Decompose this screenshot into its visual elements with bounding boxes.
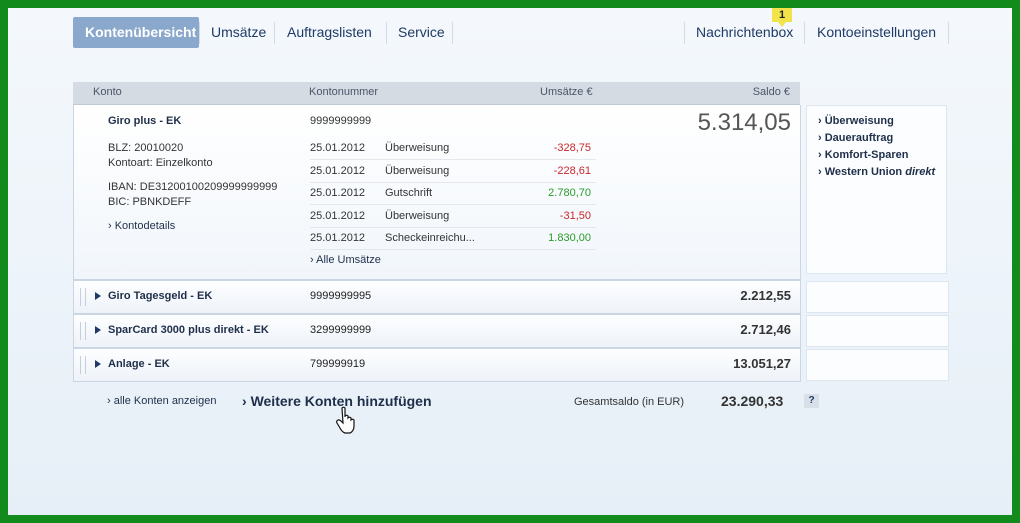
transaction-row[interactable]: 25.01.2012 Gutschrift 2.780,70 [310, 182, 596, 205]
expand-arrow-icon[interactable] [95, 292, 101, 300]
drag-handle[interactable] [80, 288, 86, 306]
account-name[interactable]: Giro plus - EK [108, 115, 181, 127]
transaction-row[interactable]: 25.01.2012 Überweisung -31,50 [310, 205, 596, 228]
ueberweisung-link[interactable]: › Überweisung [818, 115, 946, 127]
transaction-type: Scheckeinreichu... [385, 232, 475, 244]
tab-kontenuebersicht[interactable]: Kontenübersicht [73, 17, 199, 48]
hand-cursor-icon [336, 406, 355, 434]
alle-umsaetze-link[interactable]: › Alle Umsätze [310, 254, 381, 266]
account-blz: BLZ: 20010020 [108, 142, 184, 154]
tab-auftragslisten[interactable]: Auftragslisten [275, 17, 384, 48]
message-count-badge: 1 [772, 8, 792, 27]
account-row-anlage[interactable]: Anlage - EK 799999919 13.051,27 [73, 348, 801, 382]
transaction-amount: -31,50 [559, 210, 591, 222]
account-iban: IBAN: DE31200100209999999999 [108, 181, 278, 193]
nav-divider [948, 22, 949, 44]
account-name[interactable]: SparCard 3000 plus direkt - EK [108, 324, 269, 336]
account-name[interactable]: Anlage - EK [108, 358, 170, 370]
komfort-sparen-link[interactable]: › Komfort-Sparen [818, 149, 946, 161]
kontodetails-link[interactable]: › Kontodetails [108, 220, 175, 232]
total-label: Gesamtsaldo (in EUR) [574, 396, 685, 408]
drag-handle[interactable] [80, 322, 86, 340]
transaction-row[interactable]: 25.01.2012 Überweisung -228,61 [310, 160, 596, 183]
account-balance: 2.712,46 [740, 322, 791, 337]
alle-konten-link[interactable]: › alle Konten anzeigen [107, 395, 216, 407]
tab-kontoeinstellungen[interactable]: Kontoeinstellungen [805, 17, 948, 48]
transaction-date: 25.01.2012 [310, 210, 366, 222]
account-row-giro-tagesgeld[interactable]: Giro Tagesgeld - EK 9999999995 2.212,55 [73, 280, 801, 314]
account-balance: 13.051,27 [733, 356, 791, 371]
account-number: 799999919 [310, 358, 366, 370]
nav-divider [452, 22, 453, 44]
account-bic: BIC: PBNKDEFF [108, 196, 192, 208]
transaction-amount: -228,61 [553, 165, 591, 177]
tab-umsaetze[interactable]: Umsätze [199, 17, 278, 48]
transaction-amount: 2.780,70 [548, 187, 591, 199]
western-union-link[interactable]: › Western Union direkt [818, 166, 946, 178]
transaction-type: Überweisung [385, 165, 450, 177]
transaction-amount: 1.830,00 [548, 232, 591, 244]
account-name[interactable]: Giro Tagesgeld - EK [108, 290, 212, 302]
transaction-type: Gutschrift [385, 187, 433, 199]
header-umsaetze: Umsätze € [540, 86, 593, 98]
drag-handle[interactable] [80, 356, 86, 374]
account-number: 9999999995 [310, 290, 372, 302]
account-expanded-giro-plus: Giro plus - EK 9999999999 5.314,05 BLZ: … [73, 105, 801, 280]
expand-arrow-icon[interactable] [95, 326, 101, 334]
transaction-date: 25.01.2012 [310, 142, 366, 154]
transaction-row[interactable]: 25.01.2012 Überweisung -328,75 [310, 137, 596, 160]
account-balance: 2.212,55 [740, 288, 791, 303]
accounts-table-header: Konto Kontonummer Umsätze € Saldo € [73, 82, 800, 105]
transaction-date: 25.01.2012 [310, 165, 366, 177]
transaction-amount: -328,75 [553, 142, 591, 154]
transaction-type: Überweisung [385, 210, 450, 222]
transaction-type: Überweisung [385, 142, 450, 154]
quick-links-panel: › Überweisung › Dauerauftrag › Komfort-S… [806, 105, 947, 274]
expand-arrow-icon[interactable] [95, 360, 101, 368]
header-konto: Konto [93, 86, 122, 98]
account-row-sparcard[interactable]: SparCard 3000 plus direkt - EK 329999999… [73, 314, 801, 348]
account-kontoart: Kontoart: Einzelkonto [108, 157, 213, 169]
account-number: 3299999999 [310, 324, 372, 336]
dauerauftrag-link[interactable]: › Dauerauftrag [818, 132, 946, 144]
total-value: 23.290,33 [721, 393, 784, 409]
side-panel-spacer [806, 349, 949, 381]
header-saldo: Saldo € [752, 86, 790, 98]
side-panel-spacer [806, 281, 949, 313]
help-icon[interactable]: ? [804, 394, 819, 408]
header-kontonummer: Kontonummer [309, 86, 379, 98]
transaction-row[interactable]: 25.01.2012 Scheckeinreichu... 1.830,00 [310, 227, 596, 250]
side-panel-spacer [806, 315, 949, 347]
app-window: Kontenübersicht Umsätze Auftragslisten S… [0, 0, 1020, 523]
tab-service[interactable]: Service [386, 17, 457, 48]
account-balance: 5.314,05 [697, 109, 791, 136]
transaction-date: 25.01.2012 [310, 232, 366, 244]
account-number: 9999999999 [310, 115, 372, 127]
transaction-date: 25.01.2012 [310, 187, 366, 199]
